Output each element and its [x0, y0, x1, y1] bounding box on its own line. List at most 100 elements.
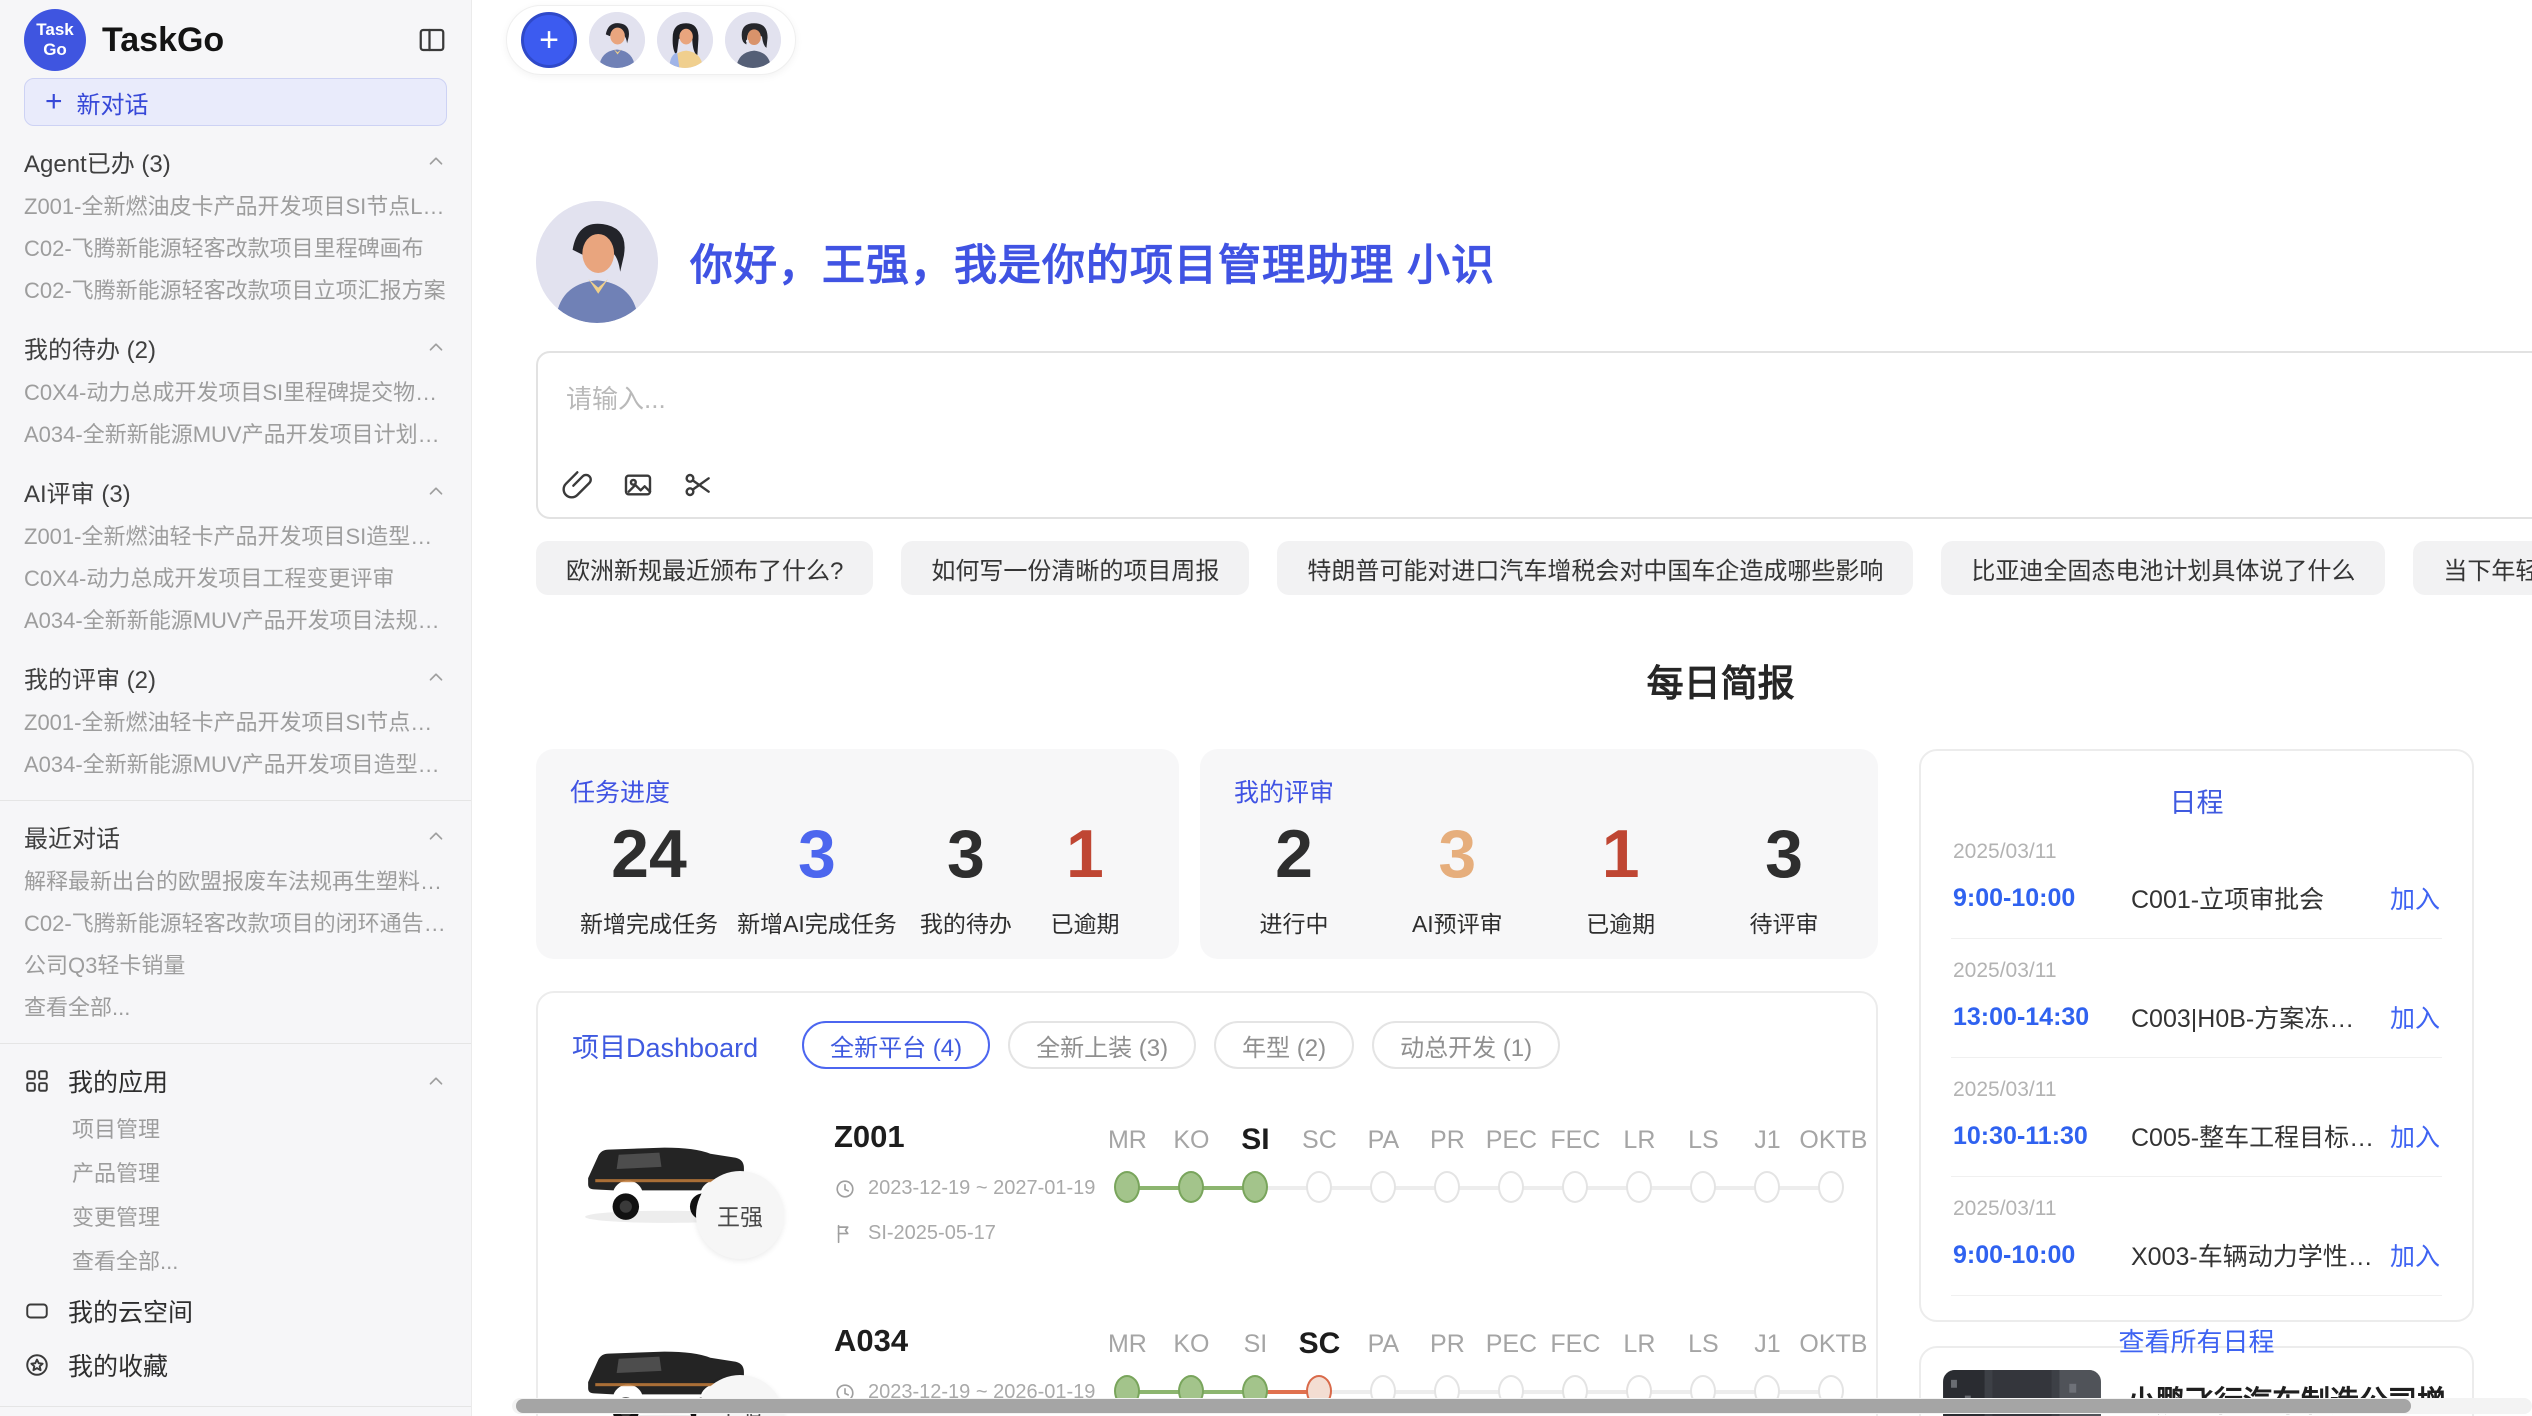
milestone-step: PA [1351, 1321, 1415, 1407]
sidebar-item-my-apps[interactable]: 我的应用 [24, 1054, 447, 1108]
plus-icon: + [45, 87, 63, 117]
milestone-label: J1 [1735, 1117, 1799, 1163]
recent-chat-item[interactable]: C02-飞腾新能源轻客改款项目的闭环通告反馈情况 [24, 903, 447, 945]
app-item-change-mgmt[interactable]: 变更管理 [24, 1196, 447, 1240]
section-my-review[interactable]: 我的评审 (2) [24, 652, 447, 702]
section-title: 我的待办 (2) [24, 330, 156, 365]
sidebar-item[interactable]: C0X4-动力总成开发项目工程变更评审 [24, 558, 447, 600]
schedule-item[interactable]: 2025/03/11 13:00-14:30 C003|H0B-方案冻结评审 加… [1951, 939, 2442, 1058]
suggestion-chip[interactable]: 当下年轻人对汽车外观有怎样的喜好趋势 [2413, 541, 2532, 595]
milestone-timeline: MR KO SI SC PA PR PEC FEC LR LS J1 OKTB [1095, 1321, 1863, 1407]
recent-chats-view-all[interactable]: 查看全部... [24, 987, 447, 1029]
stat-value: 3 [737, 815, 897, 893]
join-link[interactable]: 加入 [2390, 880, 2440, 916]
stat-label: 已逾期 [1035, 905, 1135, 939]
composer-left-icons [562, 469, 714, 501]
composer-card [536, 351, 2532, 519]
project-row-z001[interactable]: 王强 Z001 2023-12-19 ~ 2027-01-19 SI-2025-… [572, 1115, 1842, 1273]
suggestion-chip[interactable]: 如何写一份清晰的项目周报 [901, 541, 1249, 595]
sidebar-item[interactable]: A034-全新新能源MUV产品开发项目法规符合性评审 [24, 600, 447, 642]
project-owner-badge: 王强 [696, 1171, 784, 1259]
stat-label: 进行中 [1244, 905, 1344, 939]
task-progress-card: 任务进度 24 新增完成任务 3 新增AI完成任务 3 [536, 749, 1179, 959]
agent-avatar-2[interactable] [657, 12, 713, 68]
suggestion-chip[interactable]: 比亚迪全固态电池计划具体说了什么 [1941, 541, 2385, 595]
recent-chat-item[interactable]: 公司Q3轻卡销量 [24, 945, 447, 987]
join-link[interactable]: 加入 [2390, 999, 2440, 1035]
milestone-step: SC [1287, 1321, 1351, 1407]
agent-avatar-1[interactable] [589, 12, 645, 68]
sidebar-item[interactable]: A034-全新新能源MUV产品开发项目计划变更表编写 [24, 414, 447, 456]
milestone-step: LR [1607, 1117, 1671, 1203]
stat-pending-review: 3 待评审 [1734, 815, 1834, 939]
scissors-icon[interactable] [682, 469, 714, 501]
sidebar-item[interactable]: Z001-全新燃油轻卡产品开发项目SI造型提交物评审 [24, 516, 447, 558]
sidebar-item[interactable]: Z001-全新燃油轻卡产品开发项目SI节点属性5D文件评审 [24, 702, 447, 744]
sidebar: Task Go TaskGo + 新对话 Agent已办 (3) Z001-全新… [0, 0, 472, 1416]
milestone-label: PA [1351, 1321, 1415, 1367]
schedule-card: 日程 2025/03/11 9:00-10:00 C001-立项审批会 加入 2… [1919, 749, 2474, 1322]
milestone-label: SC [1287, 1321, 1351, 1367]
sidebar-item[interactable]: Z001-全新燃油皮卡产品开发项目SI节点Lesson Learn报告 [24, 186, 447, 228]
sidebar-item-favorites[interactable]: 我的收藏 [24, 1338, 447, 1392]
milestone-step: FEC [1543, 1321, 1607, 1407]
chevron-up-icon [425, 150, 447, 172]
collapse-sidebar-icon[interactable] [417, 25, 447, 55]
image-icon[interactable] [622, 469, 654, 501]
recent-chat-item[interactable]: 解释最新出台的欧盟报废车法规再生塑料比例被调至15%... [24, 861, 447, 903]
card-title: 我的评审 [1234, 773, 1844, 809]
tab-new-platform[interactable]: 全新平台 (4) [802, 1021, 990, 1069]
app-item-project-mgmt[interactable]: 项目管理 [24, 1108, 447, 1152]
milestone-step: KO [1159, 1321, 1223, 1407]
divider [0, 1043, 471, 1044]
tab-new-body[interactable]: 全新上装 (3) [1008, 1021, 1196, 1069]
suggestion-chip[interactable]: 欧洲新规最近颁布了什么? [536, 541, 873, 595]
tab-powertrain[interactable]: 动总开发 (1) [1372, 1021, 1560, 1069]
agent-avatar-3[interactable] [725, 12, 781, 68]
milestone-dot [1690, 1171, 1716, 1203]
content-grid: 任务进度 24 新增完成任务 3 新增AI完成任务 3 [536, 749, 2532, 1416]
stats: 24 新增完成任务 3 新增AI完成任务 3 我的待办 [570, 815, 1145, 939]
milestone-step: PA [1351, 1117, 1415, 1203]
stat-label: 已逾期 [1571, 905, 1671, 939]
milestone-label: SI [1223, 1117, 1287, 1163]
join-link[interactable]: 加入 [2390, 1118, 2440, 1154]
horizontal-scrollbar[interactable] [512, 1398, 2532, 1414]
attachment-icon[interactable] [562, 469, 594, 501]
milestone-dot [1626, 1171, 1652, 1203]
new-chat-button[interactable]: + 新对话 [24, 78, 447, 126]
my-review-card: 我的评审 2 进行中 3 AI预评审 1 [1200, 749, 1878, 959]
sidebar-item[interactable]: C02-飞腾新能源轻客改款项目立项汇报方案 [24, 270, 447, 312]
schedule-item[interactable]: 2025/03/11 9:00-10:00 X003-车辆动力学性能验... 加… [1951, 1177, 2442, 1296]
milestone-step: LS [1671, 1117, 1735, 1203]
scrollbar-thumb[interactable] [516, 1399, 2411, 1413]
section-ai-review[interactable]: AI评审 (3) [24, 466, 447, 516]
app-item-product-mgmt[interactable]: 产品管理 [24, 1152, 447, 1196]
schedule-item[interactable]: 2025/03/11 9:00-10:00 C001-立项审批会 加入 [1951, 820, 2442, 939]
suggestion-chip[interactable]: 特朗普可能对进口汽车增税会对中国车企造成哪些影响 [1277, 541, 1913, 595]
schedule-name: C001-立项审批会 [2131, 880, 2378, 916]
sidebar-item[interactable]: A034-全新新能源MUV产品开发项目造型可行性评审 [24, 744, 447, 786]
chat-input[interactable] [538, 353, 2532, 439]
apps-view-all[interactable]: 查看全部... [24, 1240, 447, 1284]
schedule-item[interactable]: 2025/03/11 10:30-11:30 C005-整车工程目标评审 加入 [1951, 1058, 2442, 1177]
suggestion-chips: 欧洲新规最近颁布了什么? 如何写一份清晰的项目周报 特朗普可能对进口汽车增税会对… [536, 541, 2532, 595]
milestone-step: OKTB [1799, 1117, 1863, 1203]
sidebar-item[interactable]: C0X4-动力总成开发项目SI里程碑提交物检查 [24, 372, 447, 414]
join-link[interactable]: 加入 [2390, 1237, 2440, 1273]
sidebar-item[interactable]: C02-飞腾新能源轻客改款项目里程碑画布 [24, 228, 447, 270]
section-agent-done[interactable]: Agent已办 (3) [24, 136, 447, 186]
add-agent-button[interactable]: + [521, 12, 577, 68]
milestone-step: LR [1607, 1321, 1671, 1407]
sidebar-item-cloud-space[interactable]: 我的云空间 [24, 1284, 447, 1338]
project-flag-label: SI-2025-05-17 [868, 1222, 996, 1245]
clock-icon [834, 1178, 856, 1200]
tab-model-year[interactable]: 年型 (2) [1214, 1021, 1354, 1069]
section-my-todo[interactable]: 我的待办 (2) [24, 322, 447, 372]
chevron-up-icon [425, 480, 447, 502]
project-date-range: 2023-12-19 ~ 2027-01-19 [868, 1177, 1095, 1200]
schedule-name: X003-车辆动力学性能验... [2131, 1237, 2378, 1273]
milestone-label: J1 [1735, 1321, 1799, 1367]
section-recent-chats[interactable]: 最近对话 [24, 811, 447, 861]
milestone-label: LR [1607, 1117, 1671, 1163]
